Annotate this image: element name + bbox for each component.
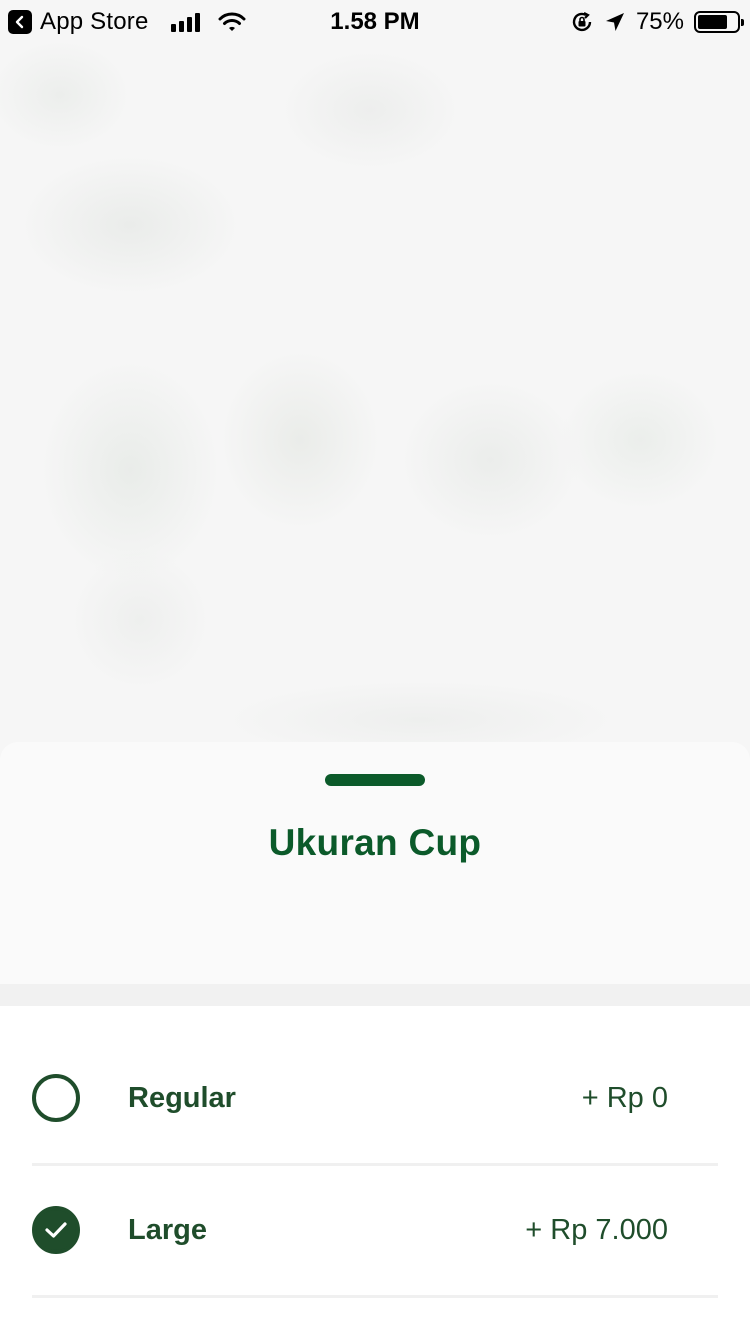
option-name: Large — [128, 1213, 207, 1246]
option-price: + Rp 7.000 — [525, 1213, 668, 1246]
radio-unchecked-icon[interactable] — [32, 1074, 80, 1122]
battery-icon — [694, 11, 744, 33]
battery-percent: 75% — [635, 8, 684, 35]
blurred-product-image — [0, 0, 750, 760]
section-divider — [0, 984, 750, 1006]
bottom-sheet: Ukuran Cup Regular + Rp 0 Large + Rp 7.0… — [0, 742, 750, 1334]
size-options-list: Regular + Rp 0 Large + Rp 7.000 — [0, 1006, 750, 1334]
sheet-drag-handle[interactable] — [325, 774, 425, 786]
option-separator — [32, 1295, 718, 1298]
option-price: + Rp 0 — [581, 1081, 668, 1114]
option-large[interactable]: Large + Rp 7.000 — [32, 1164, 718, 1296]
sheet-title: Ukuran Cup — [268, 822, 482, 863]
status-bar: App Store 1.58 PM 75% — [0, 0, 750, 42]
check-icon[interactable] — [32, 1206, 80, 1254]
location-icon — [605, 13, 624, 31]
screen: App Store 1.58 PM 75% Ukuran Cup Regular… — [0, 0, 750, 1334]
orientation-lock-icon — [572, 12, 592, 32]
option-regular[interactable]: Regular + Rp 0 — [32, 1032, 718, 1164]
option-name: Regular — [128, 1081, 236, 1114]
